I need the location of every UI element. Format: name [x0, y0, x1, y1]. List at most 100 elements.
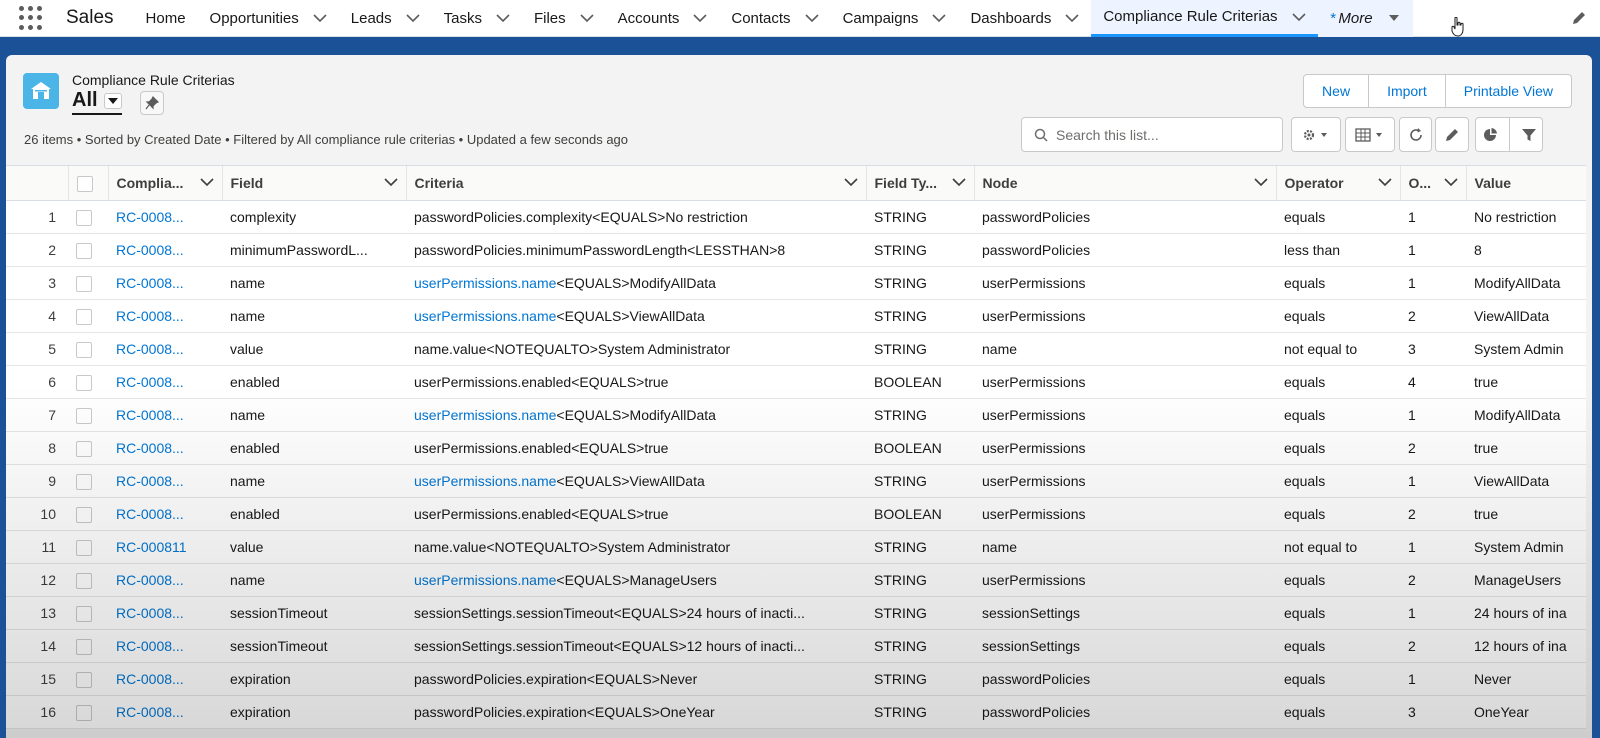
criteria-link[interactable]: userPermissions.name [414, 407, 556, 423]
nav-tab[interactable]: Tasks [432, 0, 522, 37]
record-id-link[interactable]: RC-0008... [116, 473, 184, 489]
record-id-link[interactable]: RC-0008... [116, 308, 184, 324]
record-id-link[interactable]: RC-0008... [116, 242, 184, 258]
nav-tab[interactable]: Contacts [719, 0, 830, 37]
list-view-selector[interactable]: All [72, 89, 122, 115]
row-checkbox[interactable] [76, 638, 92, 655]
record-id-link[interactable]: RC-0008... [116, 341, 184, 357]
table-row[interactable]: 8 RC-0008... enabled userPermissions.enable… [6, 431, 1586, 465]
row-checkbox[interactable] [76, 440, 92, 457]
criteria-link[interactable]: userPermissions.name [414, 473, 556, 489]
criteria-link[interactable]: userPermissions.name [414, 308, 556, 324]
nav-tab[interactable]: Accounts [606, 0, 720, 37]
record-id-link[interactable]: RC-0008... [116, 440, 184, 456]
chevron-down-icon[interactable] [1387, 11, 1401, 25]
row-checkbox[interactable] [76, 605, 92, 622]
row-checkbox[interactable] [76, 704, 92, 721]
pin-list-view-button[interactable] [140, 91, 164, 115]
column-header-field[interactable]: Field [221, 165, 406, 201]
table-row[interactable]: 1 RC-0008... complexity passwordPolicies.co… [6, 200, 1586, 234]
refresh-button[interactable] [1399, 117, 1432, 152]
column-header-criteria[interactable]: Criteria [405, 165, 866, 201]
criteria-link[interactable]: userPermissions.name [414, 275, 556, 291]
row-checkbox[interactable] [76, 275, 92, 292]
chevron-down-icon[interactable] [1253, 177, 1268, 187]
table-row[interactable]: 15 RC-0008... expiration passwordPolicies.e… [6, 662, 1586, 696]
chevron-down-icon[interactable] [1291, 10, 1306, 24]
chevron-down-icon[interactable] [406, 11, 420, 25]
chevron-down-icon[interactable] [199, 177, 214, 187]
column-header-field-type[interactable]: Field Ty... [865, 165, 974, 201]
chevron-down-icon[interactable] [103, 92, 122, 109]
table-row[interactable]: 2 RC-0008... minimumPasswordL... passwordPo… [6, 233, 1586, 267]
row-checkbox[interactable] [76, 341, 92, 358]
table-row[interactable]: 10 RC-0008... enabled userPermissions.enabl… [6, 497, 1586, 531]
column-header-node[interactable]: Node [973, 165, 1276, 201]
table-row[interactable]: 11 RC-000811 value name.value<NOTEQUALTO>Sy… [6, 530, 1586, 564]
printable-view-button[interactable]: Printable View [1446, 75, 1571, 107]
nav-tab[interactable]: Files [522, 0, 606, 37]
column-header-id[interactable]: Complia... [107, 165, 222, 201]
row-checkbox[interactable] [76, 407, 92, 424]
table-row[interactable]: 3 RC-0008... name userPermissions.name<EQUA… [6, 266, 1586, 300]
chevron-down-icon[interactable] [496, 11, 510, 25]
record-id-link[interactable]: RC-0008... [116, 374, 184, 390]
inline-edit-button[interactable] [1435, 117, 1469, 152]
row-checkbox[interactable] [76, 374, 92, 391]
row-checkbox[interactable] [76, 242, 92, 259]
chevron-down-icon[interactable] [951, 177, 966, 187]
column-header-order[interactable]: O... [1399, 165, 1466, 201]
chevron-down-icon[interactable] [1443, 177, 1458, 187]
nav-tab[interactable]: Opportunities [198, 0, 339, 37]
table-row[interactable]: 12 RC-0008... name userPermissions.name<EQU… [6, 563, 1586, 597]
row-checkbox[interactable] [76, 473, 92, 490]
table-row[interactable]: 7 RC-0008... name userPermissions.name<EQUA… [6, 398, 1586, 432]
chevron-down-icon[interactable] [693, 11, 707, 25]
pie-chart-icon[interactable] [1482, 127, 1498, 143]
table-row[interactable]: 13 RC-0008... sessionTimeout sessionSetting… [6, 596, 1586, 630]
record-id-link[interactable]: RC-0008... [116, 572, 184, 588]
nav-more-menu[interactable]: * More [1317, 0, 1413, 37]
record-id-link[interactable]: RC-0008... [116, 605, 184, 621]
criteria-link[interactable]: userPermissions.name [414, 572, 556, 588]
record-id-link[interactable]: RC-0008... [116, 704, 184, 720]
edit-nav-pencil-icon[interactable] [1570, 9, 1588, 27]
table-row[interactable]: 9 RC-0008... name userPermissions.name<EQUA… [6, 464, 1586, 498]
chevron-down-icon[interactable] [1377, 177, 1392, 187]
record-id-link[interactable]: RC-0008... [116, 407, 184, 423]
chevron-down-icon[interactable] [383, 177, 398, 187]
row-checkbox[interactable] [76, 308, 92, 325]
record-id-link[interactable]: RC-0008... [116, 506, 184, 522]
column-header-value[interactable]: Value [1465, 165, 1586, 201]
record-id-link[interactable]: RC-0008... [116, 209, 184, 225]
display-as-table-button[interactable] [1345, 117, 1395, 152]
row-checkbox[interactable] [76, 539, 92, 556]
select-all-checkbox[interactable] [76, 175, 93, 192]
new-button[interactable]: New [1304, 75, 1370, 107]
search-input[interactable] [1056, 126, 1256, 143]
nav-tab[interactable]: Home [134, 0, 198, 37]
nav-tab[interactable]: Dashboards [958, 0, 1091, 37]
chevron-down-icon[interactable] [313, 11, 327, 25]
row-checkbox[interactable] [76, 572, 92, 589]
chevron-down-icon[interactable] [580, 11, 594, 25]
chevron-down-icon[interactable] [932, 11, 947, 25]
column-header-operator[interactable]: Operator [1275, 165, 1400, 201]
nav-tab[interactable]: Compliance Rule Criterias [1091, 0, 1318, 37]
app-launcher-icon[interactable] [18, 5, 44, 31]
table-row[interactable]: 6 RC-0008... enabled userPermissions.enable… [6, 365, 1586, 399]
chevron-down-icon[interactable] [804, 11, 819, 25]
record-id-link[interactable]: RC-000811 [116, 539, 187, 555]
table-row[interactable]: 5 RC-0008... value name.value<NOTEQUALTO>Sy… [6, 332, 1586, 366]
record-id-link[interactable]: RC-0008... [116, 671, 184, 687]
chevron-down-icon[interactable] [1065, 11, 1079, 25]
nav-tab[interactable]: Campaigns [831, 0, 959, 37]
row-checkbox[interactable] [76, 671, 92, 688]
table-row[interactable]: 4 RC-0008... name userPermissions.name<EQUA… [6, 299, 1586, 333]
record-id-link[interactable]: RC-0008... [116, 275, 184, 291]
table-row[interactable]: 14 RC-0008... sessionTimeout sessionSetting… [6, 629, 1586, 663]
row-checkbox[interactable] [76, 506, 92, 523]
nav-tab[interactable]: Leads [339, 0, 432, 37]
list-view-controls-button[interactable] [1291, 117, 1341, 152]
table-row[interactable]: 16 RC-0008... expiration passwordPolicies.e… [6, 695, 1586, 729]
